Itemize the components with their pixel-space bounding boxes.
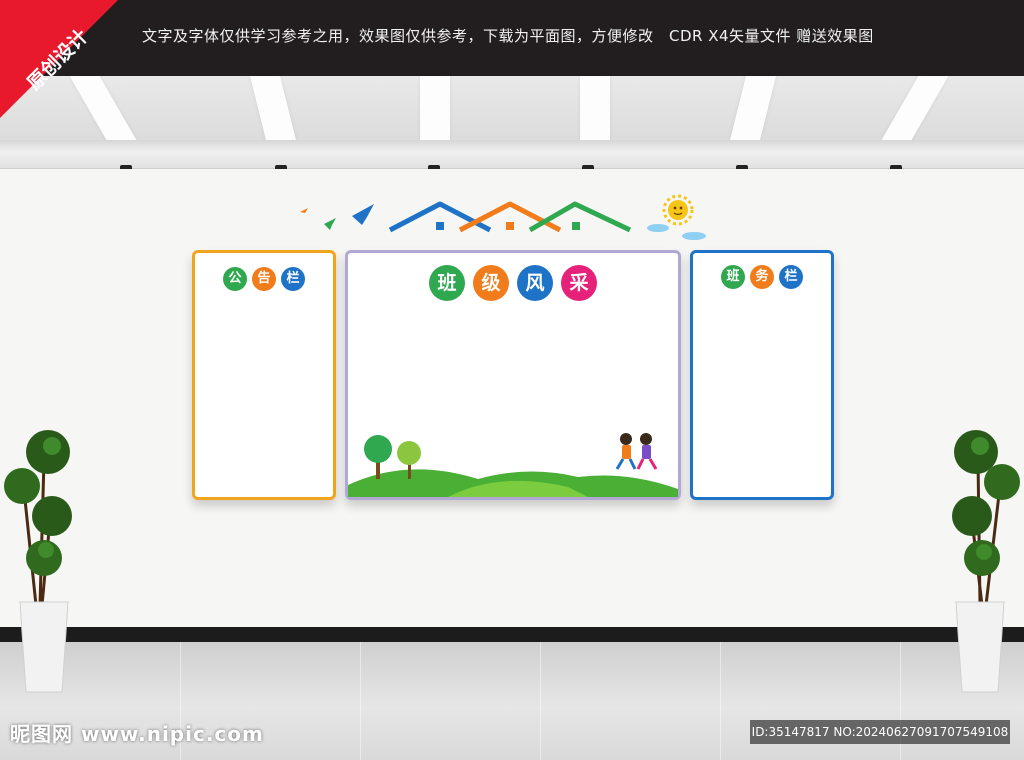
ceiling-beam bbox=[420, 76, 450, 140]
floor-plank-line bbox=[360, 642, 361, 760]
running-kids-icon bbox=[615, 433, 658, 470]
title-badge: 公 bbox=[223, 267, 247, 291]
potted-topiary-icon bbox=[4, 430, 72, 693]
roof-decoration bbox=[300, 194, 706, 240]
top-banner: 文字及字体仅供学习参考之用，效果图仅供参考，下载为平面图，方便修改 CDR X4… bbox=[0, 0, 1024, 76]
notice-board: 公 告 栏 bbox=[192, 250, 336, 500]
landscape-illustration bbox=[348, 433, 678, 497]
ceiling-trim bbox=[0, 140, 1024, 169]
title-badge: 采 bbox=[561, 265, 597, 301]
cloud-icon bbox=[647, 224, 706, 240]
site-watermark: 昵图网 www.nipic.com bbox=[10, 722, 264, 746]
notice-text: 文字及字体仅供学习参考之用，效果图仅供参考，下载为平面图，方便修改 CDR X4… bbox=[142, 27, 874, 45]
sun-icon bbox=[662, 194, 694, 226]
title-badge: 告 bbox=[252, 267, 276, 291]
title-badge: 栏 bbox=[779, 265, 803, 289]
board-title: 班 级 风 采 bbox=[348, 265, 678, 301]
title-badge: 班 bbox=[429, 265, 465, 301]
image-id-label: ID:35147817 NO:20240627091707549108 bbox=[750, 720, 1010, 744]
potted-topiary-icon bbox=[952, 430, 1020, 693]
title-badge: 级 bbox=[473, 265, 509, 301]
class-showcase-board: 班 级 风 采 bbox=[345, 250, 681, 500]
board-title: 公 告 栏 bbox=[195, 267, 333, 291]
floor-plank-line bbox=[720, 642, 721, 760]
house-roof-icon bbox=[388, 201, 632, 233]
baseboard bbox=[0, 627, 1024, 642]
ceiling bbox=[0, 76, 1024, 140]
corner-ribbon: 原创设计 bbox=[0, 0, 118, 118]
class-affairs-board: 班 务 栏 bbox=[690, 250, 834, 500]
floor-plank-line bbox=[540, 642, 541, 760]
title-badge: 班 bbox=[721, 265, 745, 289]
board-title: 班 务 栏 bbox=[693, 265, 831, 289]
bird-icon bbox=[300, 204, 374, 230]
title-badge: 务 bbox=[750, 265, 774, 289]
title-badge: 风 bbox=[517, 265, 553, 301]
title-badge: 栏 bbox=[281, 267, 305, 291]
ceiling-beam bbox=[580, 76, 610, 140]
